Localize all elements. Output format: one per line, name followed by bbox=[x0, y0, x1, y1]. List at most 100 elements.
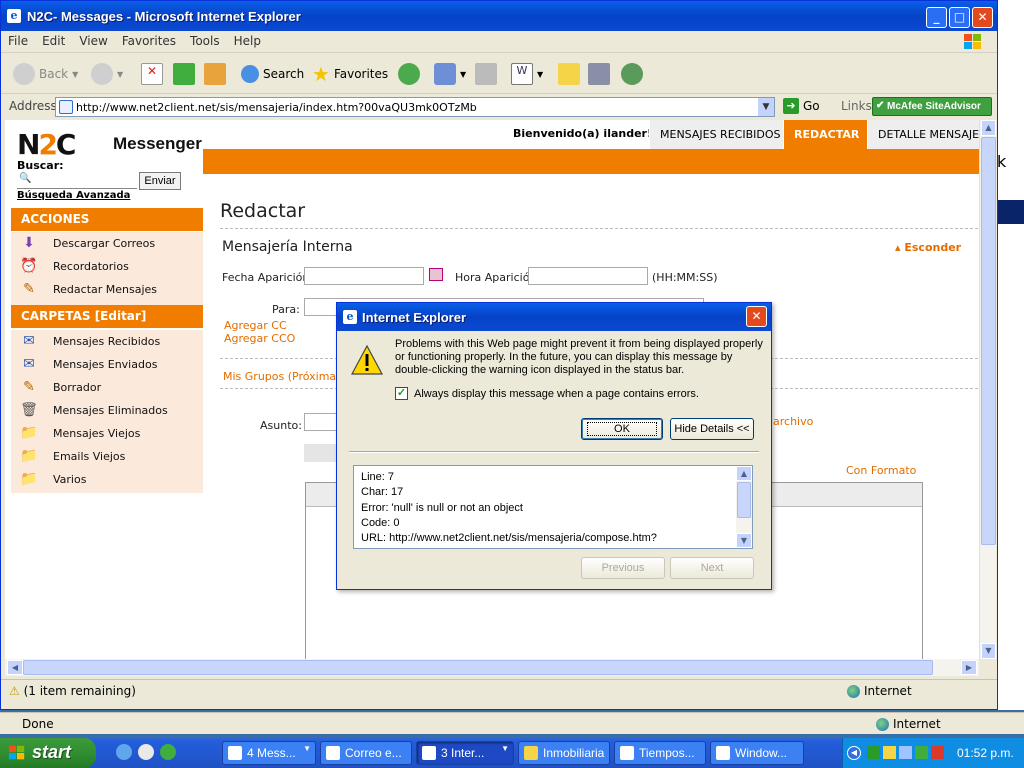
always-display-checkbox[interactable]: ✓ Always display this message when a pag… bbox=[395, 387, 699, 400]
clock-tray-icon[interactable] bbox=[883, 746, 896, 759]
print-button[interactable] bbox=[475, 62, 497, 86]
messenger-button[interactable] bbox=[621, 62, 643, 86]
sidebar-item-descargar[interactable]: ⬇ Descargar Correos bbox=[11, 232, 203, 255]
scroll-up-icon[interactable]: ▲ bbox=[736, 466, 752, 481]
minimize-button[interactable]: _ bbox=[926, 7, 947, 28]
links-label[interactable]: Links bbox=[841, 99, 872, 113]
task-tiempos[interactable]: Tiempos... bbox=[614, 741, 706, 765]
agregar-cco-link[interactable]: Agregar CCO bbox=[224, 332, 295, 345]
address-dropdown-icon[interactable]: ▼ bbox=[758, 98, 774, 116]
tab-mensajes-recibidos[interactable]: MENSAJES RECIBIDOS bbox=[649, 120, 791, 149]
menu-edit[interactable]: Edit bbox=[35, 31, 72, 51]
scroll-down-icon[interactable]: ▼ bbox=[736, 533, 752, 548]
start-button[interactable]: start bbox=[0, 738, 96, 768]
zone-indicator: Internet bbox=[876, 717, 941, 731]
task-internet-explorer[interactable]: 3 Inter... ▼ bbox=[416, 741, 514, 765]
calendar-icon[interactable] bbox=[429, 268, 443, 281]
fecha-input[interactable] bbox=[304, 267, 424, 285]
sidebar-item-recibidos[interactable]: ✉ Mensajes Recibidos bbox=[11, 330, 203, 353]
research-button[interactable] bbox=[588, 62, 610, 86]
messenger-tray-icon[interactable] bbox=[915, 746, 928, 759]
previous-button[interactable]: Previous bbox=[581, 557, 665, 579]
menu-favorites[interactable]: Favorites bbox=[115, 31, 183, 51]
antivirus-icon[interactable] bbox=[931, 746, 944, 759]
sidebar-item-varios[interactable]: 📁 Varios bbox=[11, 468, 203, 491]
sidebar-item-borrador[interactable]: ✎ Borrador bbox=[11, 376, 203, 399]
menu-view[interactable]: View bbox=[72, 31, 114, 51]
home-button[interactable] bbox=[204, 62, 226, 86]
ie-quicklaunch-icon[interactable] bbox=[116, 744, 132, 760]
carpetas-header[interactable]: CARPETAS [Editar] bbox=[11, 305, 203, 329]
scroll-thumb[interactable] bbox=[981, 137, 996, 545]
hora-input[interactable] bbox=[528, 267, 648, 285]
sidebar-item-redactar[interactable]: ✎ Redactar Mensajes bbox=[11, 278, 203, 301]
tab-detalle-mensaje[interactable]: DETALLE MENSAJE bbox=[867, 120, 979, 149]
next-button[interactable]: Next bbox=[670, 557, 754, 579]
scroll-up-icon[interactable]: ▲ bbox=[981, 120, 996, 136]
network-icon[interactable] bbox=[867, 746, 880, 759]
scroll-left-icon[interactable]: ◀ bbox=[7, 660, 23, 675]
hide-details-button[interactable]: Hide Details << bbox=[670, 418, 754, 440]
scroll-thumb[interactable] bbox=[737, 482, 751, 518]
search-submit-button[interactable]: Enviar bbox=[139, 172, 181, 190]
shield-icon[interactable] bbox=[899, 746, 912, 759]
asunto-label: Asunto: bbox=[260, 419, 302, 432]
scroll-right-icon[interactable]: ▶ bbox=[961, 660, 977, 675]
dialog-close-button[interactable]: ✕ bbox=[746, 306, 767, 327]
sidebar-item-label: Emails Viejos bbox=[53, 450, 126, 463]
zone-indicator: Internet bbox=[847, 684, 912, 698]
notes-button[interactable] bbox=[558, 62, 580, 86]
checkbox-checked-icon[interactable]: ✓ bbox=[395, 387, 408, 400]
favorites-button[interactable]: ★ Favorites bbox=[312, 62, 388, 86]
mcafee-siteadvisor-button[interactable]: McAfee SiteAdvisor bbox=[872, 97, 992, 116]
menu-file[interactable]: File bbox=[1, 31, 35, 51]
address-input[interactable]: http://www.net2client.net/sis/mensajeria… bbox=[55, 97, 775, 117]
task-correo[interactable]: Correo e... bbox=[320, 741, 412, 765]
maximize-button[interactable]: □ bbox=[949, 7, 970, 28]
title-bar[interactable]: e N2C- Messages - Microsoft Internet Exp… bbox=[1, 1, 997, 31]
history-button[interactable] bbox=[398, 62, 420, 86]
hide-link[interactable]: ▴ Esconder bbox=[895, 241, 961, 254]
error-details-box[interactable]: Line: 7 Char: 17 Error: 'null' is null o… bbox=[353, 465, 753, 549]
ok-label: OK bbox=[587, 422, 657, 436]
stop-button[interactable]: ✕ bbox=[141, 62, 163, 86]
task-messenger[interactable]: 4 Mess... ▼ bbox=[222, 741, 316, 765]
search-button[interactable]: Search bbox=[241, 62, 304, 86]
messenger-quicklaunch-icon[interactable] bbox=[160, 744, 176, 760]
tray-expand-icon[interactable]: ◀ bbox=[847, 746, 861, 760]
scroll-down-icon[interactable]: ▼ bbox=[981, 643, 996, 659]
task-windows[interactable]: Window... bbox=[710, 741, 804, 765]
advanced-search-link[interactable]: Búsqueda Avanzada bbox=[17, 190, 130, 201]
tab-redactar[interactable]: REDACTAR bbox=[783, 120, 870, 149]
close-button[interactable]: ✕ bbox=[972, 7, 993, 28]
edit-button[interactable]: W ▼ bbox=[511, 62, 543, 86]
search-input[interactable] bbox=[17, 173, 137, 189]
sidebar-item-emails-viejos[interactable]: 📁 Emails Viejos bbox=[11, 445, 203, 468]
back-arrow-icon bbox=[13, 63, 35, 85]
menu-help[interactable]: Help bbox=[227, 31, 268, 51]
explorer-quicklaunch-icon[interactable] bbox=[138, 744, 154, 760]
dialog-title-bar[interactable]: e Internet Explorer ✕ bbox=[337, 303, 771, 331]
con-formato-link[interactable]: Con Formato bbox=[846, 464, 916, 477]
sidebar-item-enviados[interactable]: ✉ Mensajes Enviados bbox=[11, 353, 203, 376]
mail-button[interactable]: ▼ bbox=[434, 62, 466, 86]
back-button[interactable]: Back ▼ bbox=[13, 62, 78, 86]
warning-icon[interactable]: ⚠ bbox=[9, 684, 20, 698]
sidebar-item-viejos[interactable]: 📁 Mensajes Viejos bbox=[11, 422, 203, 445]
archivo-link[interactable]: archivo bbox=[773, 415, 813, 428]
menu-tools[interactable]: Tools bbox=[183, 31, 227, 51]
ok-button[interactable]: OK bbox=[581, 418, 663, 440]
scroll-thumb[interactable] bbox=[23, 660, 933, 675]
page-title: Redactar bbox=[220, 200, 306, 222]
horizontal-scrollbar[interactable]: ◀ ▶ bbox=[5, 659, 979, 676]
go-button[interactable]: ➜ Go bbox=[783, 98, 820, 114]
task-inmobiliaria[interactable]: Inmobiliaria bbox=[518, 741, 610, 765]
sidebar-item-eliminados[interactable]: 🗑 Mensajes Eliminados bbox=[11, 399, 203, 422]
vertical-scrollbar[interactable]: ▲ ▼ bbox=[979, 120, 996, 659]
details-scrollbar[interactable]: ▲ ▼ bbox=[736, 466, 752, 548]
sidebar-item-recordatorios[interactable]: ⏰ Recordatorios bbox=[11, 255, 203, 278]
agregar-cc-link[interactable]: Agregar CC bbox=[224, 319, 287, 332]
forward-button[interactable]: ▼ bbox=[91, 62, 123, 86]
refresh-button[interactable] bbox=[173, 62, 195, 86]
folder-icon: 📁 bbox=[20, 425, 38, 441]
